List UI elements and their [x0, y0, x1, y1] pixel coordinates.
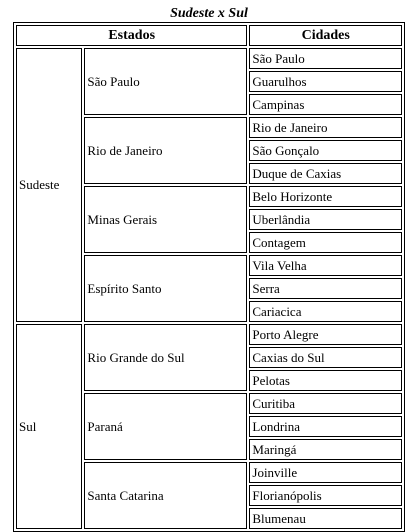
table-caption: Sudeste x Sul	[170, 6, 248, 21]
city-cell: Porto Alegre	[249, 324, 402, 345]
city-cell: Blumenau	[249, 508, 402, 529]
state-cell: Santa Catarina	[84, 462, 248, 529]
city-cell: Serra	[249, 278, 402, 299]
state-cell: Paraná	[84, 393, 248, 460]
city-cell: Vila Velha	[249, 255, 402, 276]
city-cell: Florianópolis	[249, 485, 402, 506]
state-cell: Rio de Janeiro	[84, 117, 248, 184]
city-cell: Belo Horizonte	[249, 186, 402, 207]
state-cell: Espírito Santo	[84, 255, 248, 322]
city-cell: Maringá	[249, 439, 402, 460]
regions-table: Estados Cidades Sudeste São Paulo São Paul…	[13, 22, 405, 532]
city-cell: Joinville	[249, 462, 402, 483]
city-cell: Contagem	[249, 232, 402, 253]
state-cell: São Paulo	[84, 48, 248, 115]
document: Sudeste x Sul Estados Cidades Sudeste São…	[13, 6, 405, 532]
city-cell: São Paulo	[249, 48, 402, 69]
header-row: Estados Cidades	[16, 25, 402, 46]
city-cell: Cariacica	[249, 301, 402, 322]
city-cell: Duque de Caxias	[249, 163, 402, 184]
header-cidades: Cidades	[249, 25, 402, 46]
city-cell: Curitiba	[249, 393, 402, 414]
city-cell: Rio de Janeiro	[249, 117, 402, 138]
city-cell: Uberlândia	[249, 209, 402, 230]
city-cell: Campinas	[249, 94, 402, 115]
table-row: Sudeste São Paulo São Paulo	[16, 48, 402, 322]
city-cell: Pelotas	[249, 370, 402, 391]
table-body: Sudeste São Paulo São Paulo Guarulhos Campin…	[16, 48, 402, 529]
region-cell: Sudeste	[16, 48, 83, 322]
region-cell: Sul	[16, 324, 83, 529]
city-cell: São Gonçalo	[249, 140, 402, 161]
state-cell: Minas Gerais	[84, 186, 248, 253]
city-cell: Caxias do Sul	[249, 347, 402, 368]
state-cell: Rio Grande do Sul	[84, 324, 248, 391]
city-cell: Guarulhos	[249, 71, 402, 92]
city-cell: Londrina	[249, 416, 402, 437]
table-row: Sul Rio Grande do Sul Porto Alegre	[16, 324, 402, 529]
header-estados: Estados	[16, 25, 248, 46]
